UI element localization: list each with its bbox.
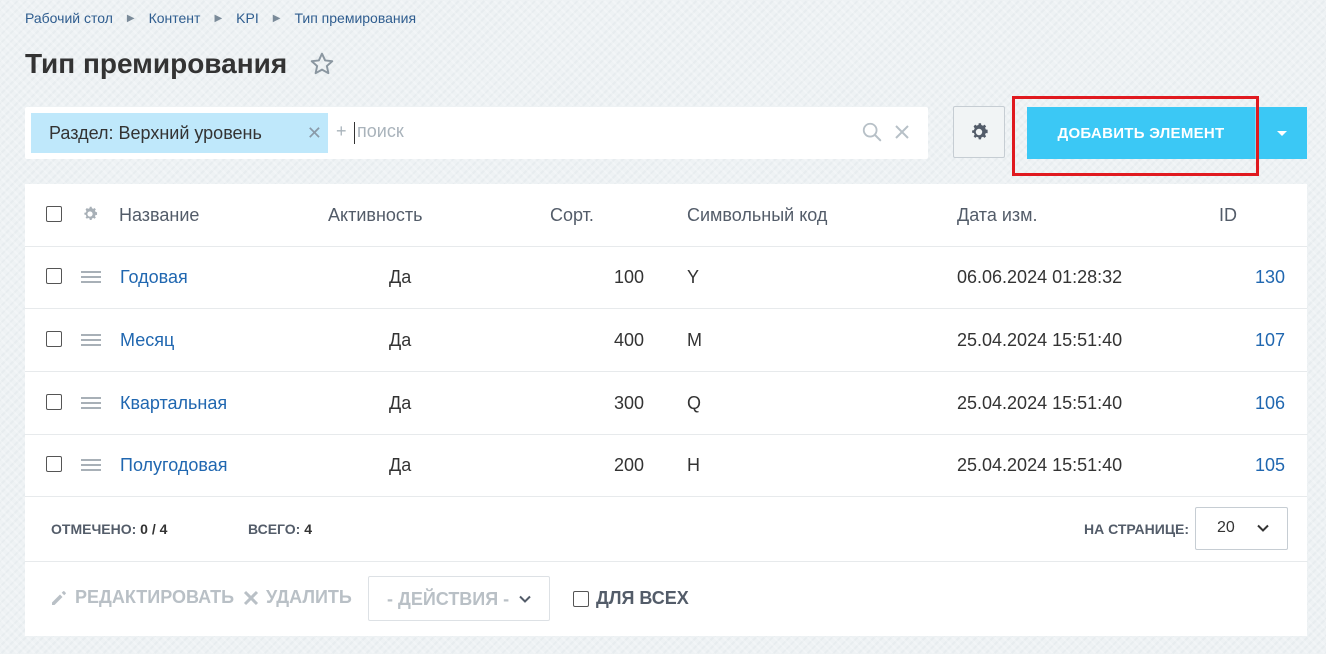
for-all-toggle[interactable]: ДЛЯ ВСЕХ xyxy=(573,588,689,609)
row-name-link[interactable]: Полугодовая xyxy=(120,434,227,496)
table-row[interactable]: Полугодовая Да 200 H 25.04.2024 15:51:40… xyxy=(25,434,1307,497)
chevron-right-icon: ▶ xyxy=(272,12,281,24)
row-checkbox[interactable] xyxy=(46,394,62,410)
chevron-right-icon: ▶ xyxy=(126,12,135,24)
page-title-row: Тип премирования xyxy=(25,48,335,80)
filter-search-bar[interactable]: Раздел: Верхний уровень ✕ + поиск xyxy=(25,107,928,159)
row-id-link[interactable]: 105 xyxy=(1205,434,1285,496)
row-checkbox[interactable] xyxy=(46,331,62,347)
delete-button[interactable]: УДАЛИТЬ xyxy=(243,587,352,608)
actions-select[interactable]: - ДЕЙСТВИЯ - xyxy=(368,576,550,621)
for-all-label: ДЛЯ ВСЕХ xyxy=(596,588,689,608)
row-sort: 300 xyxy=(613,393,644,413)
per-page-value: 20 xyxy=(1217,519,1235,536)
row-name-link[interactable]: Годовая xyxy=(120,246,188,308)
drag-handle-icon[interactable] xyxy=(81,459,101,471)
column-header-name[interactable]: Название xyxy=(119,184,199,246)
row-active: Да xyxy=(389,393,412,413)
row-id-link[interactable]: 107 xyxy=(1205,309,1285,371)
action-panel: РЕДАКТИРОВАТЬ УДАЛИТЬ - ДЕЙСТВИЯ - ДЛЯ В… xyxy=(25,562,1307,636)
table-header: Название Активность Сорт. Символьный код… xyxy=(25,184,1307,247)
table-row[interactable]: Месяц Да 400 M 25.04.2024 15:51:40 107 xyxy=(25,309,1307,372)
actions-select-value: - ДЕЙСТВИЯ - xyxy=(387,589,510,609)
total-label: ВСЕГО: xyxy=(248,521,301,537)
marked-value: 0 / 4 xyxy=(140,521,168,537)
plus-icon: + xyxy=(336,121,347,141)
chevron-down-icon xyxy=(519,595,531,603)
total-value: 4 xyxy=(304,521,313,537)
caret-down-icon xyxy=(1276,130,1287,136)
edit-button[interactable]: РЕДАКТИРОВАТЬ xyxy=(50,587,234,608)
per-page-label: НА СТРАНИЦЕ: xyxy=(1084,521,1190,537)
row-date: 25.04.2024 15:51:40 xyxy=(957,330,1123,350)
pencil-icon xyxy=(52,590,66,605)
row-active: Да xyxy=(389,267,412,287)
grid-summary: ОТМЕЧЕНО: 0 / 4 ВСЕГО: 4 НА СТРАНИЦЕ: 20 xyxy=(25,497,1307,562)
row-date: 06.06.2024 01:28:32 xyxy=(957,267,1123,287)
close-icon[interactable]: ✕ xyxy=(307,123,322,144)
row-checkbox[interactable] xyxy=(46,456,62,472)
column-header-id[interactable]: ID xyxy=(1219,184,1237,246)
edit-label: РЕДАКТИРОВАТЬ xyxy=(75,587,235,607)
filter-chip-label: Раздел: Верхний уровень xyxy=(49,122,262,143)
page-title: Тип премирования xyxy=(25,48,288,79)
gear-icon xyxy=(972,123,988,140)
text-cursor xyxy=(354,122,355,144)
for-all-checkbox[interactable] xyxy=(573,590,589,607)
breadcrumb-item-content[interactable]: Контент xyxy=(149,10,201,26)
row-active: Да xyxy=(389,455,412,475)
select-all-checkbox[interactable] xyxy=(46,206,62,222)
star-icon[interactable] xyxy=(309,51,335,77)
gear-icon[interactable] xyxy=(81,205,99,223)
row-id-link[interactable]: 130 xyxy=(1205,246,1285,308)
search-input[interactable]: поиск xyxy=(357,121,404,142)
breadcrumb: Рабочий стол ▶ Контент ▶ KPI ▶ Тип преми… xyxy=(25,10,416,26)
close-icon xyxy=(243,590,259,605)
column-header-code[interactable]: Символьный код xyxy=(687,184,827,246)
breadcrumb-item-kpi[interactable]: KPI xyxy=(236,10,259,26)
filter-chip[interactable]: Раздел: Верхний уровень ✕ xyxy=(31,113,328,153)
settings-button[interactable] xyxy=(953,106,1005,158)
table-row[interactable]: Квартальная Да 300 Q 25.04.2024 15:51:40… xyxy=(25,372,1307,435)
marked-counter: ОТМЕЧЕНО: 0 / 4 xyxy=(51,521,167,537)
breadcrumb-item-current[interactable]: Тип премирования xyxy=(294,10,416,26)
search-icon[interactable] xyxy=(861,121,883,143)
drag-handle-icon[interactable] xyxy=(81,271,101,283)
column-header-date[interactable]: Дата изм. xyxy=(957,184,1038,246)
column-header-sort[interactable]: Сорт. xyxy=(550,184,594,246)
table-row[interactable]: Годовая Да 100 Y 06.06.2024 01:28:32 130 xyxy=(25,246,1307,309)
row-sort: 400 xyxy=(613,330,644,350)
row-sort: 100 xyxy=(613,267,644,287)
row-code: Y xyxy=(687,267,700,287)
highlight-frame xyxy=(1012,96,1259,176)
row-checkbox[interactable] xyxy=(46,268,62,284)
close-icon[interactable] xyxy=(894,124,910,140)
chevron-down-icon xyxy=(1257,524,1269,532)
row-date: 25.04.2024 15:51:40 xyxy=(957,455,1123,475)
row-sort: 200 xyxy=(613,455,644,475)
row-active: Да xyxy=(389,330,412,350)
row-name-link[interactable]: Месяц xyxy=(120,309,174,371)
column-header-active[interactable]: Активность xyxy=(328,184,423,246)
element-grid: Название Активность Сорт. Символьный код… xyxy=(25,184,1307,636)
row-code: H xyxy=(687,455,700,475)
per-page-select[interactable]: 20 xyxy=(1195,507,1288,550)
row-date: 25.04.2024 15:51:40 xyxy=(957,393,1123,413)
chevron-right-icon: ▶ xyxy=(214,12,223,24)
add-element-dropdown-button[interactable] xyxy=(1255,107,1307,159)
row-code: M xyxy=(687,330,702,350)
drag-handle-icon[interactable] xyxy=(81,397,101,409)
marked-label: ОТМЕЧЕНО: xyxy=(51,521,137,537)
delete-label: УДАЛИТЬ xyxy=(266,587,352,607)
breadcrumb-item-desktop[interactable]: Рабочий стол xyxy=(25,10,113,26)
row-name-link[interactable]: Квартальная xyxy=(120,372,227,434)
row-id-link[interactable]: 106 xyxy=(1205,372,1285,434)
total-counter: ВСЕГО: 4 xyxy=(248,521,312,537)
row-code: Q xyxy=(687,393,702,413)
drag-handle-icon[interactable] xyxy=(81,334,101,346)
